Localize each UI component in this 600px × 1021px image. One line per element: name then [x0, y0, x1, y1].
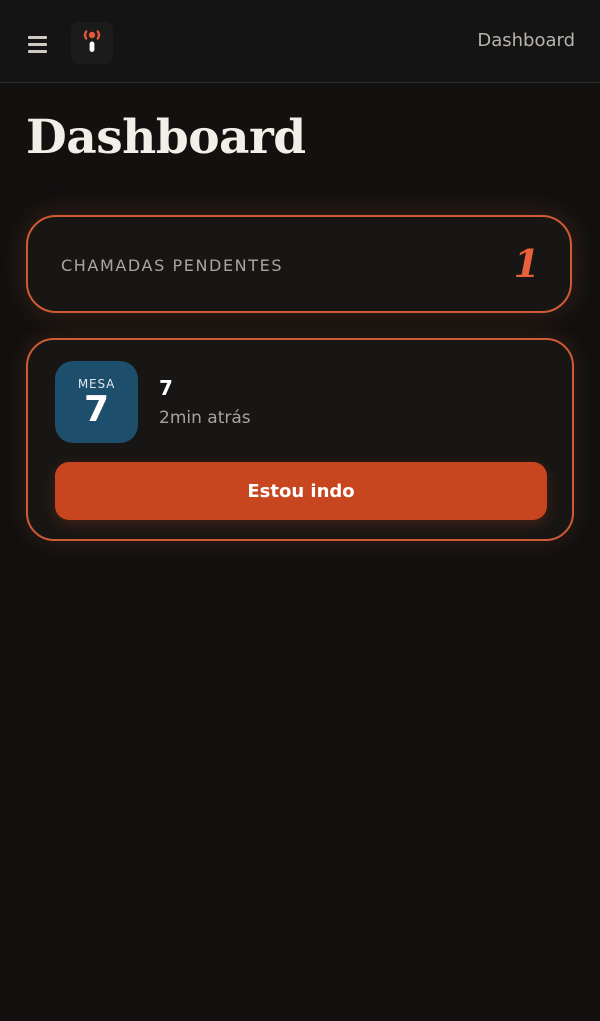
pending-calls-card: CHAMADAS PENDENTES 1 [26, 215, 572, 313]
table-badge: MESA 7 [55, 361, 138, 443]
call-title: 7 [159, 376, 173, 400]
app-logo [71, 22, 113, 64]
topbar-title-link[interactable]: Dashboard [477, 30, 575, 51]
table-badge-number: 7 [83, 389, 110, 430]
hamburger-menu-icon[interactable] [28, 36, 48, 53]
pending-calls-label: CHAMADAS PENDENTES [61, 256, 284, 275]
page-title: Dashboard [26, 110, 306, 165]
broadcast-call-icon [83, 30, 101, 52]
on-my-way-button[interactable]: Estou indo [55, 462, 547, 520]
top-bar: Dashboard [0, 0, 600, 83]
call-time: 2min atrás [159, 408, 251, 428]
call-card: MESA 7 7 2min atrás Estou indo [26, 338, 574, 541]
pending-calls-count: 1 [513, 241, 540, 286]
